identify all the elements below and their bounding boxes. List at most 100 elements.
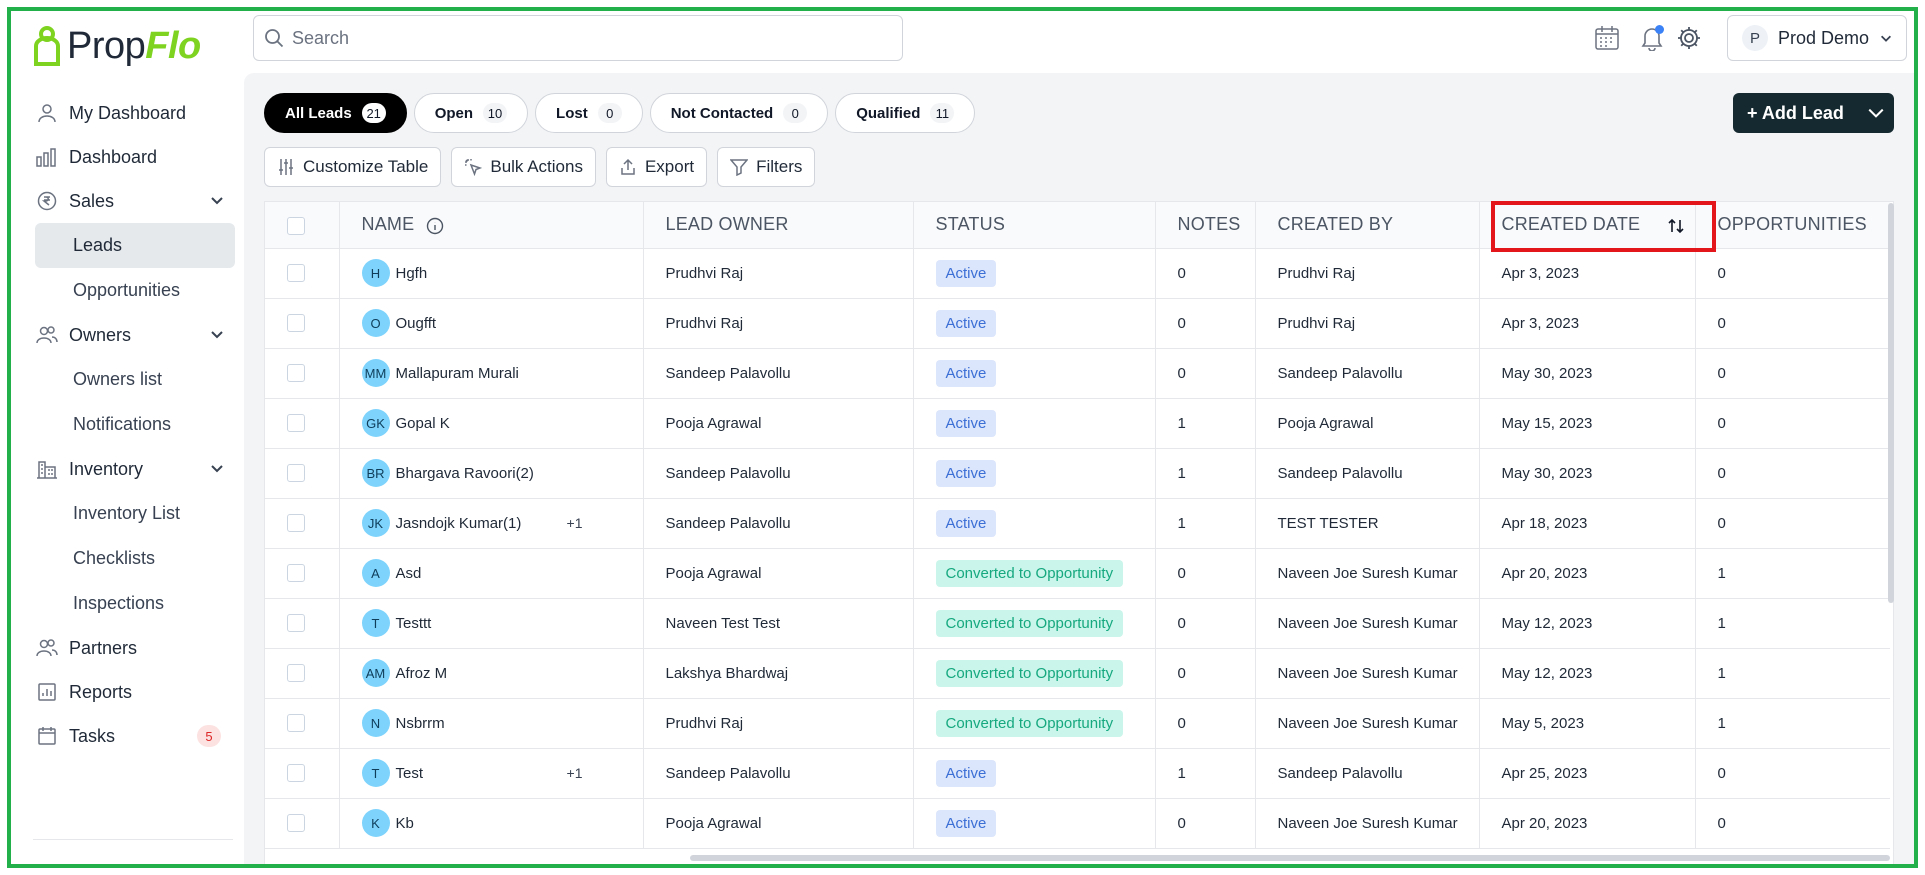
table-row[interactable]: AM Afroz M Lakshya Bhardwaj Converted to Op… [265, 648, 1890, 699]
name-cell[interactable]: JK Jasndojk Kumar(1) +1 [339, 498, 644, 549]
name-cell[interactable]: MM Mallapuram Murali [339, 348, 644, 399]
column-header-lead-owner[interactable]: LEAD OWNER [643, 202, 914, 249]
name-cell[interactable]: GK Gopal K [339, 398, 644, 449]
extra-count[interactable]: +1 [567, 765, 583, 781]
calendar-icon[interactable] [1592, 23, 1622, 53]
sidebar-item-partners[interactable]: Partners [23, 626, 235, 670]
chevron-down-icon[interactable] [209, 192, 225, 208]
table-row[interactable]: A Asd Pooja Agrawal Converted to Opportunit… [265, 548, 1890, 599]
lead-name[interactable]: Kb [396, 815, 414, 832]
row-checkbox[interactable] [287, 264, 305, 283]
sidebar-item-inventory[interactable]: Inventory [23, 447, 235, 491]
sidebar-item-opportunities[interactable]: Opportunities [23, 268, 235, 313]
lead-name[interactable]: Test [396, 765, 424, 782]
column-header-notes[interactable]: NOTES [1155, 202, 1256, 249]
tab-lost[interactable]: Lost 0 [535, 93, 643, 133]
user-menu-button[interactable]: P Prod Demo [1727, 15, 1907, 61]
column-header-opportunities[interactable]: OPPORTUNITIES [1695, 202, 1890, 249]
name-cell[interactable]: A Asd [339, 548, 644, 599]
lead-name[interactable]: Asd [396, 565, 422, 582]
bulk-actions-button[interactable]: Bulk Actions [451, 147, 596, 187]
table-row[interactable]: MM Mallapuram Murali Sandeep Palavollu Acti… [265, 348, 1890, 399]
name-cell[interactable]: O Ougfft [339, 298, 644, 349]
table-row[interactable]: O Ougfft Prudhvi Raj Active 0 Prudhvi Raj Apr … [265, 298, 1890, 349]
column-header-status[interactable]: STATUS [913, 202, 1156, 249]
row-checkbox[interactable] [287, 714, 305, 733]
sidebar-item-sales[interactable]: Sales [23, 179, 235, 223]
chevron-down-icon[interactable] [209, 460, 225, 476]
select-all-checkbox[interactable] [287, 216, 305, 235]
search-box[interactable] [253, 15, 903, 61]
lead-name[interactable]: Afroz M [396, 665, 448, 682]
name-cell[interactable]: T Test +1 [339, 748, 644, 799]
lead-name[interactable]: Gopal K [396, 415, 450, 432]
row-checkbox[interactable] [287, 364, 305, 383]
sidebar-item-my-dashboard[interactable]: My Dashboard [23, 91, 235, 135]
gear-icon[interactable] [1674, 23, 1704, 53]
row-checkbox[interactable] [287, 414, 305, 433]
table-row[interactable]: K Kb Pooja Agrawal Active 0 Naveen Joe Suresh… [265, 798, 1890, 849]
column-header-created-by[interactable]: CREATED BY [1255, 202, 1480, 249]
table-row[interactable]: N Nsbrrm Prudhvi Raj Converted to Opportuni… [265, 698, 1890, 749]
column-header-created-date[interactable]: CREATED DATE [1479, 202, 1696, 249]
customize-table-button[interactable]: Customize Table [264, 147, 442, 187]
sidebar-item-reports[interactable]: Reports [23, 670, 235, 714]
horizontal-scrollbar[interactable] [690, 855, 1890, 861]
tab-qualified[interactable]: Qualified 11 [835, 93, 976, 133]
sort-icon[interactable] [1667, 217, 1685, 235]
sidebar-item-leads[interactable]: Leads [35, 223, 235, 268]
add-lead-dropdown[interactable] [1858, 93, 1894, 133]
chevron-down-icon[interactable] [209, 326, 225, 342]
tab-all-leads[interactable]: All Leads 21 [264, 93, 407, 133]
row-checkbox[interactable] [287, 764, 305, 783]
sidebar-item-label: Owners [69, 324, 132, 345]
lead-name[interactable]: Mallapuram Murali [396, 365, 519, 382]
sidebar-item-checklists[interactable]: Checklists [23, 536, 235, 581]
name-cell[interactable]: N Nsbrrm [339, 698, 644, 749]
bell-icon[interactable] [1637, 23, 1667, 53]
export-button[interactable]: Export [605, 147, 708, 187]
sidebar-item-notifications[interactable]: Notifications [23, 402, 235, 447]
tab-open[interactable]: Open 10 [413, 93, 529, 133]
app-logo[interactable]: PropFlo [33, 21, 201, 71]
table-row[interactable]: JK Jasndojk Kumar(1) +1 Sandeep Palavollu Ac… [265, 498, 1890, 549]
row-checkbox[interactable] [287, 564, 305, 583]
info-icon[interactable] [426, 217, 444, 235]
lead-name[interactable]: Nsbrrm [396, 715, 445, 732]
row-checkbox[interactable] [287, 614, 305, 633]
table-row[interactable]: BR Bhargava Ravoori(2) Sandeep Palavollu Ac… [265, 448, 1890, 499]
row-checkbox[interactable] [287, 514, 305, 533]
name-cell[interactable]: T Testtt [339, 598, 644, 649]
vertical-scrollbar[interactable] [1888, 203, 1894, 603]
row-checkbox[interactable] [287, 814, 305, 833]
tab-not-contacted[interactable]: Not Contacted 0 [649, 93, 829, 133]
sidebar-item-tasks[interactable]: Tasks 5 [23, 714, 235, 758]
lead-name[interactable]: Bhargava Ravoori(2) [396, 465, 534, 482]
sidebar-item-owners[interactable]: Owners [23, 313, 235, 357]
row-checkbox[interactable] [287, 464, 305, 483]
table-row[interactable]: H Hgfh Prudhvi Raj Active 0 Prudhvi Raj Apr 3,… [265, 248, 1890, 299]
name-cell[interactable]: BR Bhargava Ravoori(2) [339, 448, 644, 499]
extra-count[interactable]: +1 [567, 515, 583, 531]
add-lead-button[interactable]: + Add Lead [1733, 93, 1894, 133]
sidebar-item-dashboard[interactable]: Dashboard [23, 135, 235, 179]
table-row[interactable]: T Testtt Naveen Test Test Converted to Oppo… [265, 598, 1890, 649]
row-checkbox[interactable] [287, 314, 305, 333]
lead-name[interactable]: Hgfh [396, 265, 428, 282]
sidebar-item-owners-list[interactable]: Owners list [23, 357, 235, 402]
sidebar-item-inventory-list[interactable]: Inventory List [23, 491, 235, 536]
name-cell[interactable]: K Kb [339, 798, 644, 849]
lead-name[interactable]: Ougfft [396, 315, 437, 332]
notes-cell: 0 [1155, 548, 1256, 599]
filters-button[interactable]: Filters [717, 147, 816, 187]
table-row[interactable]: T Test +1 Sandeep Palavollu Active 1 Sandeep P… [265, 748, 1890, 799]
sidebar-item-inspections[interactable]: Inspections [23, 581, 235, 626]
search-input[interactable] [292, 27, 872, 49]
column-header-name[interactable]: NAME [339, 202, 644, 249]
name-cell[interactable]: H Hgfh [339, 248, 644, 299]
name-cell[interactable]: AM Afroz M [339, 648, 644, 699]
table-row[interactable]: GK Gopal K Pooja Agrawal Active 1 Pooja Agraw… [265, 398, 1890, 449]
row-checkbox[interactable] [287, 664, 305, 683]
lead-name[interactable]: Jasndojk Kumar(1) [396, 515, 522, 532]
lead-name[interactable]: Testtt [396, 615, 432, 632]
